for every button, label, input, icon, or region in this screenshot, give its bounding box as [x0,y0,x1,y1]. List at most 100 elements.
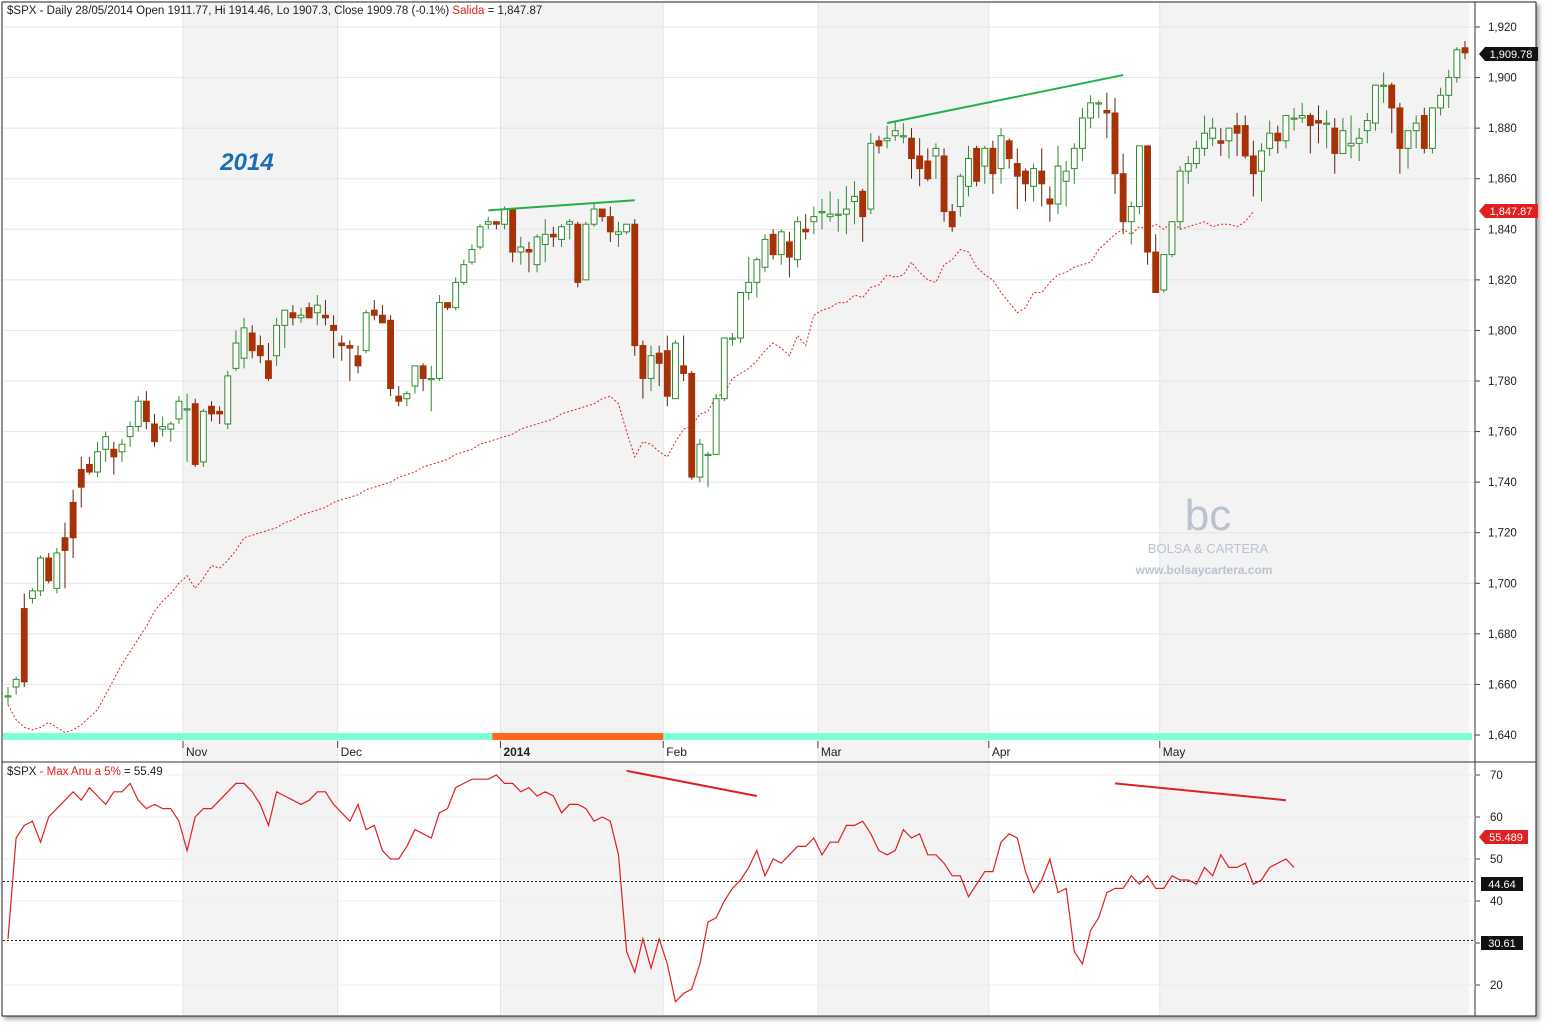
candle [973,145,981,187]
indicator-name: - Max Anu a 5% [36,766,120,778]
candle [53,547,61,594]
candle-body [118,443,126,453]
price-header: $SPX - Daily 28/05/2014 Open 1911.77, Hi… [7,5,542,17]
candle-body [891,130,899,137]
candle [134,396,142,432]
candle-body [1022,170,1029,185]
candle-body [1030,168,1038,187]
candle-body [1347,142,1355,147]
candle-body [305,307,313,319]
candle-body [737,292,745,339]
indicator-y-label: 50 [1490,854,1503,866]
candle-body [126,426,134,438]
candle [696,439,704,483]
candle-body [753,259,761,283]
candle-body [191,403,199,465]
price-y-label: 1,900 [1488,73,1517,85]
candle-body [1038,170,1046,185]
candle-body [1323,122,1331,125]
candle-body [1062,170,1070,182]
candle-body [110,448,118,458]
indicator-y-label: 70 [1490,770,1503,782]
candle-body [794,221,801,261]
candle-body [492,221,500,225]
candle-body [362,312,370,352]
candle-body [1331,127,1339,154]
candle-body [322,314,329,319]
candle-body [558,226,565,240]
candle [940,148,948,222]
indicator-y-label: 20 [1490,980,1503,992]
candle [1453,47,1461,83]
candle-body [444,302,451,309]
candle-body [948,211,956,228]
candle-body [395,395,403,402]
candle-body [810,216,818,223]
candle-body [1127,206,1135,223]
candle-body [908,137,915,159]
month-band [817,3,989,1015]
stripe-normal [3,733,1472,740]
candle-body [1339,130,1347,154]
candle-body [1135,145,1143,208]
candle-body [387,319,394,390]
candle-body [533,236,541,266]
candle-body [672,342,679,400]
candle-body [1363,120,1371,132]
candle-body [1217,140,1225,144]
candle-body [1306,115,1314,127]
candle-body [615,231,622,235]
candle-body [77,469,85,488]
candle-body [924,160,932,180]
watermark-logo: bc [1185,491,1231,540]
candle-body [289,312,297,319]
indicator-badge-2: 44.64 [1488,879,1516,891]
indicator-badge-1: 55.489 [1489,832,1523,844]
x-tick-label: Apr [992,745,1011,759]
candle-body [720,337,728,400]
chart-window: bc BOLSA & CARTERA www.bolsaycartera.com… [0,0,1547,1025]
candle-body [232,342,240,369]
candle-body [1103,109,1111,114]
candle-body [582,223,590,281]
candle-body [745,281,753,293]
candle [37,555,44,596]
candle-body [1095,102,1103,105]
candle-body [1355,137,1363,144]
candle [712,393,720,455]
candle-body [1070,147,1078,170]
x-tick-label: Nov [186,745,207,759]
candle-body [1372,84,1379,124]
candle-body [1013,163,1021,177]
candle-body [965,157,972,187]
period-stripe [3,733,1472,740]
candle-body [541,233,549,245]
indicator-value: = 55.49 [121,766,163,778]
indicator-value-badge: 55.489 [1479,830,1528,844]
price-y-label: 1,780 [1488,376,1517,388]
candle-body [932,147,940,157]
indicator-symbol: $SPX [7,766,37,778]
x-tick-label: Dec [341,745,362,759]
candle-body [639,345,647,379]
candle-body [20,608,28,683]
price-y-label: 1,680 [1488,629,1517,641]
price-y-label: 1,640 [1488,730,1517,742]
candle-body [94,451,101,473]
candle-body [842,208,850,215]
candle-body [606,216,614,233]
candle-body [1380,84,1388,87]
price-y-label: 1,720 [1488,528,1517,540]
candle-body [1233,125,1241,134]
candle-body [1258,150,1265,172]
price-y-label: 1,880 [1488,123,1517,135]
candle-body [1266,132,1274,149]
candle-body [468,249,476,263]
candle-body [1184,163,1192,172]
candle-body [1168,221,1176,256]
candle-body [208,405,215,415]
candle-body [1461,47,1469,54]
candle-body [1201,132,1208,149]
candle-body [37,557,44,592]
candle [191,398,199,467]
